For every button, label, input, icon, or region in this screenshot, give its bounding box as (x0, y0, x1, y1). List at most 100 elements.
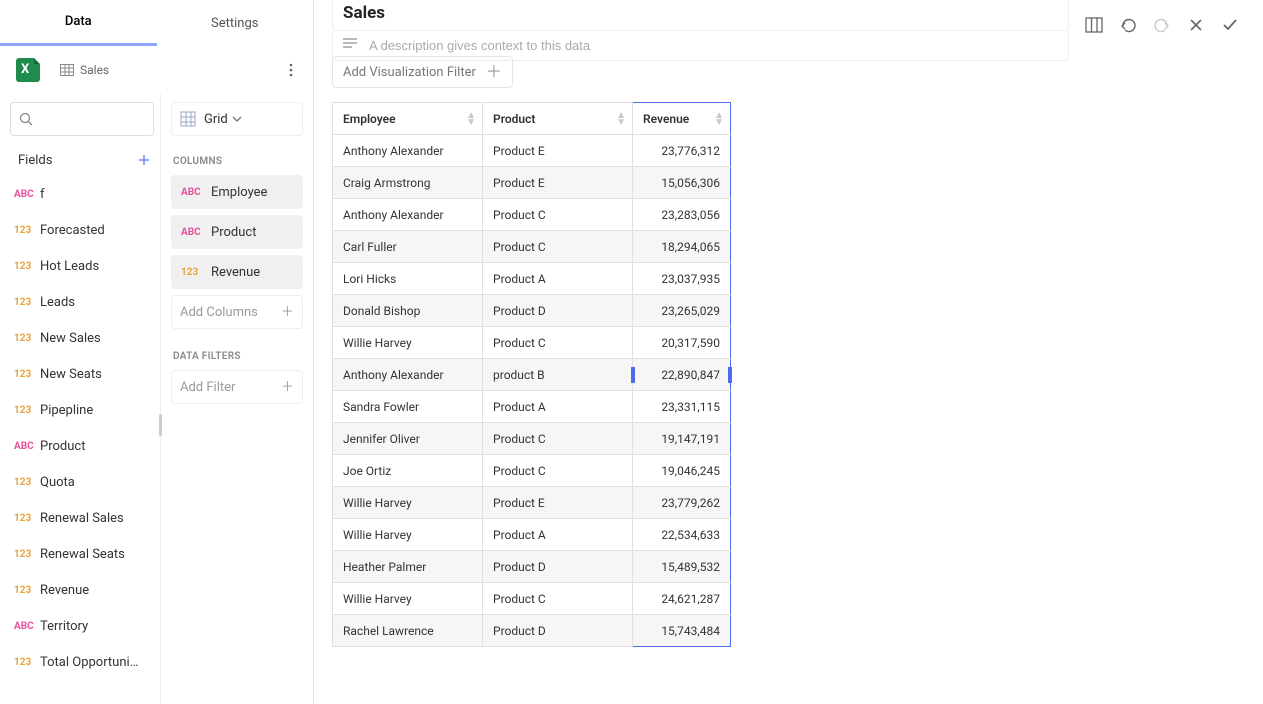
field-item[interactable]: 123Forecasted (12, 212, 160, 248)
field-item[interactable]: 123New Sales (12, 320, 160, 356)
cell-revenue[interactable]: 18,294,065 (633, 231, 731, 263)
field-search-input[interactable] (10, 102, 154, 136)
cell-employee[interactable]: Heather Palmer (333, 551, 483, 583)
cell-employee[interactable]: Anthony Alexander (333, 199, 483, 231)
cell-product[interactable]: Product C (483, 231, 633, 263)
cell-product[interactable]: Product A (483, 263, 633, 295)
cell-revenue[interactable]: 15,056,306 (633, 167, 731, 199)
cell-revenue[interactable]: 22,890,847 (633, 359, 731, 391)
table-row[interactable]: Jennifer OliverProduct C19,147,191 (333, 423, 731, 455)
visualization-title-input[interactable]: Sales (332, 0, 1069, 31)
table-row[interactable]: Anthony Alexanderproduct B22,890,847 (333, 359, 731, 391)
table-row[interactable]: Sandra FowlerProduct A23,331,115 (333, 391, 731, 423)
cell-revenue[interactable]: 23,779,262 (633, 487, 731, 519)
field-item[interactable]: ABCf (12, 176, 160, 212)
cell-product[interactable]: Product D (483, 615, 633, 647)
table-row[interactable]: Willie HarveyProduct C24,621,287 (333, 583, 731, 615)
field-item[interactable]: ABCTerritory (12, 608, 160, 644)
table-row[interactable]: Rachel LawrenceProduct D15,743,484 (333, 615, 731, 647)
cell-revenue[interactable]: 23,037,935 (633, 263, 731, 295)
cell-employee[interactable]: Rachel Lawrence (333, 615, 483, 647)
field-item[interactable]: 123Leads (12, 284, 160, 320)
field-item[interactable]: ABCProduct (12, 428, 160, 464)
column-pill[interactable]: ABCEmployee (171, 175, 303, 209)
selection-handle[interactable] (631, 367, 635, 383)
cell-product[interactable]: Product C (483, 327, 633, 359)
table-row[interactable]: Willie HarveyProduct E23,779,262 (333, 487, 731, 519)
cell-employee[interactable]: Anthony Alexander (333, 359, 483, 391)
field-item[interactable]: 123Hot Leads (12, 248, 160, 284)
cell-revenue[interactable]: 23,776,312 (633, 135, 731, 167)
field-item[interactable]: 123New Seats (12, 356, 160, 392)
cell-employee[interactable]: Willie Harvey (333, 327, 483, 359)
cell-product[interactable]: Product D (483, 551, 633, 583)
description-input[interactable] (367, 37, 1058, 54)
field-item[interactable]: 123Quota (12, 464, 160, 500)
table-row[interactable]: Anthony AlexanderProduct C23,283,056 (333, 199, 731, 231)
cell-employee[interactable]: Jennifer Oliver (333, 423, 483, 455)
cell-revenue[interactable]: 20,317,590 (633, 327, 731, 359)
undo-button[interactable] (1113, 10, 1143, 40)
cell-employee[interactable]: Willie Harvey (333, 583, 483, 615)
selection-handle[interactable] (728, 367, 732, 383)
cell-employee[interactable]: Willie Harvey (333, 487, 483, 519)
table-row[interactable]: Lori HicksProduct A23,037,935 (333, 263, 731, 295)
cell-employee[interactable]: Willie Harvey (333, 519, 483, 551)
cell-revenue[interactable]: 19,046,245 (633, 455, 731, 487)
cell-employee[interactable]: Joe Ortiz (333, 455, 483, 487)
field-item[interactable]: 123Pipepline (12, 392, 160, 428)
redo-button[interactable] (1147, 10, 1177, 40)
add-field-button[interactable] (134, 150, 154, 170)
cell-product[interactable]: Product C (483, 455, 633, 487)
cell-revenue[interactable]: 24,621,287 (633, 583, 731, 615)
cell-employee[interactable]: Carl Fuller (333, 231, 483, 263)
field-item[interactable]: 123Total Opportuni… (12, 644, 160, 680)
confirm-button[interactable] (1215, 10, 1245, 40)
layout-icon[interactable] (1079, 10, 1109, 40)
sheet-name[interactable]: Sales (80, 63, 109, 77)
table-row[interactable]: Donald BishopProduct D23,265,029 (333, 295, 731, 327)
cell-employee[interactable]: Anthony Alexander (333, 135, 483, 167)
table-row[interactable]: Joe OrtizProduct C19,046,245 (333, 455, 731, 487)
sort-icon[interactable]: ▲▼ (714, 112, 724, 126)
cell-employee[interactable]: Lori Hicks (333, 263, 483, 295)
table-row[interactable]: Heather PalmerProduct D15,489,532 (333, 551, 731, 583)
splitter-handle[interactable] (159, 414, 162, 436)
close-button[interactable] (1181, 10, 1211, 40)
cell-product[interactable]: Product E (483, 487, 633, 519)
table-row[interactable]: Anthony AlexanderProduct E23,776,312 (333, 135, 731, 167)
add-visualization-filter-button[interactable]: Add Visualization Filter ＋ (332, 56, 513, 88)
sort-icon[interactable]: ▲▼ (466, 112, 476, 126)
table-row[interactable]: Willie HarveyProduct A22,534,633 (333, 519, 731, 551)
cell-revenue[interactable]: 19,147,191 (633, 423, 731, 455)
cell-product[interactable]: Product C (483, 583, 633, 615)
cell-employee[interactable]: Donald Bishop (333, 295, 483, 327)
column-header-product[interactable]: Product ▲▼ (483, 103, 633, 135)
cell-revenue[interactable]: 23,265,029 (633, 295, 731, 327)
cell-product[interactable]: product B (483, 359, 633, 391)
column-pill[interactable]: ABCProduct (171, 215, 303, 249)
table-row[interactable]: Craig ArmstrongProduct E15,056,306 (333, 167, 731, 199)
field-item[interactable]: 123Renewal Sales (12, 500, 160, 536)
cell-revenue[interactable]: 23,331,115 (633, 391, 731, 423)
table-row[interactable]: Carl FullerProduct C18,294,065 (333, 231, 731, 263)
data-grid[interactable]: Employee ▲▼ Product ▲▼ Revenue ▲▼ Ant (332, 102, 731, 647)
column-header-employee[interactable]: Employee ▲▼ (333, 103, 483, 135)
cell-revenue[interactable]: 15,743,484 (633, 615, 731, 647)
add-filter-button[interactable]: Add Filter ＋ (171, 370, 303, 404)
cell-product[interactable]: Product E (483, 167, 633, 199)
cell-product[interactable]: Product A (483, 391, 633, 423)
cell-revenue[interactable]: 15,489,532 (633, 551, 731, 583)
tab-data[interactable]: Data (0, 0, 157, 46)
source-more-icon[interactable] (279, 58, 303, 82)
cell-employee[interactable]: Sandra Fowler (333, 391, 483, 423)
field-item[interactable]: 123Renewal Seats (12, 536, 160, 572)
add-columns-button[interactable]: Add Columns ＋ (171, 295, 303, 329)
cell-product[interactable]: Product D (483, 295, 633, 327)
cell-product[interactable]: Product C (483, 423, 633, 455)
cell-product[interactable]: Product C (483, 199, 633, 231)
table-row[interactable]: Willie HarveyProduct C20,317,590 (333, 327, 731, 359)
cell-revenue[interactable]: 23,283,056 (633, 199, 731, 231)
cell-product[interactable]: Product E (483, 135, 633, 167)
cell-product[interactable]: Product A (483, 519, 633, 551)
